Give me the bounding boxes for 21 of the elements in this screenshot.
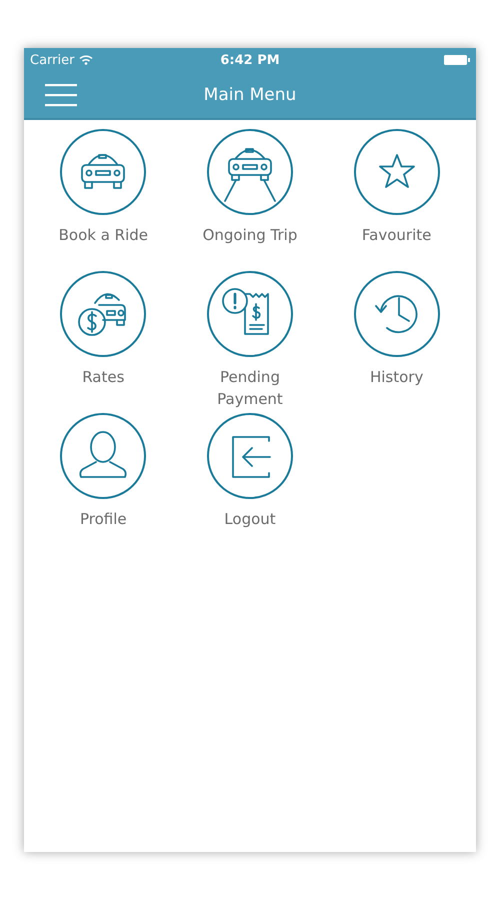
screen-title: Main Menu <box>204 85 296 105</box>
menu-label: History <box>368 367 424 388</box>
wifi-icon <box>79 55 94 65</box>
menu-label: Pending Payment <box>216 367 284 410</box>
car-road-icon[interactable] <box>206 128 294 216</box>
menu-label: Rates <box>81 367 126 388</box>
history-icon[interactable] <box>352 270 441 358</box>
person-icon[interactable] <box>59 412 148 500</box>
car-icon[interactable] <box>59 128 148 216</box>
menu-icon[interactable] <box>45 83 77 107</box>
menu-label: Favourite <box>360 225 432 246</box>
status-time: 6:42 PM <box>220 52 280 68</box>
carrier-name: Carrier <box>30 52 74 68</box>
receipt-icon[interactable] <box>206 270 294 358</box>
battery-icon <box>444 55 470 65</box>
car-dollar-icon[interactable] <box>59 270 148 358</box>
menu-label: Ongoing Trip <box>202 225 298 246</box>
menu-label: Profile <box>79 509 128 530</box>
menu-label: Logout <box>223 509 277 530</box>
logout-icon[interactable] <box>206 412 294 500</box>
menu-label: Book a Ride <box>58 225 150 246</box>
